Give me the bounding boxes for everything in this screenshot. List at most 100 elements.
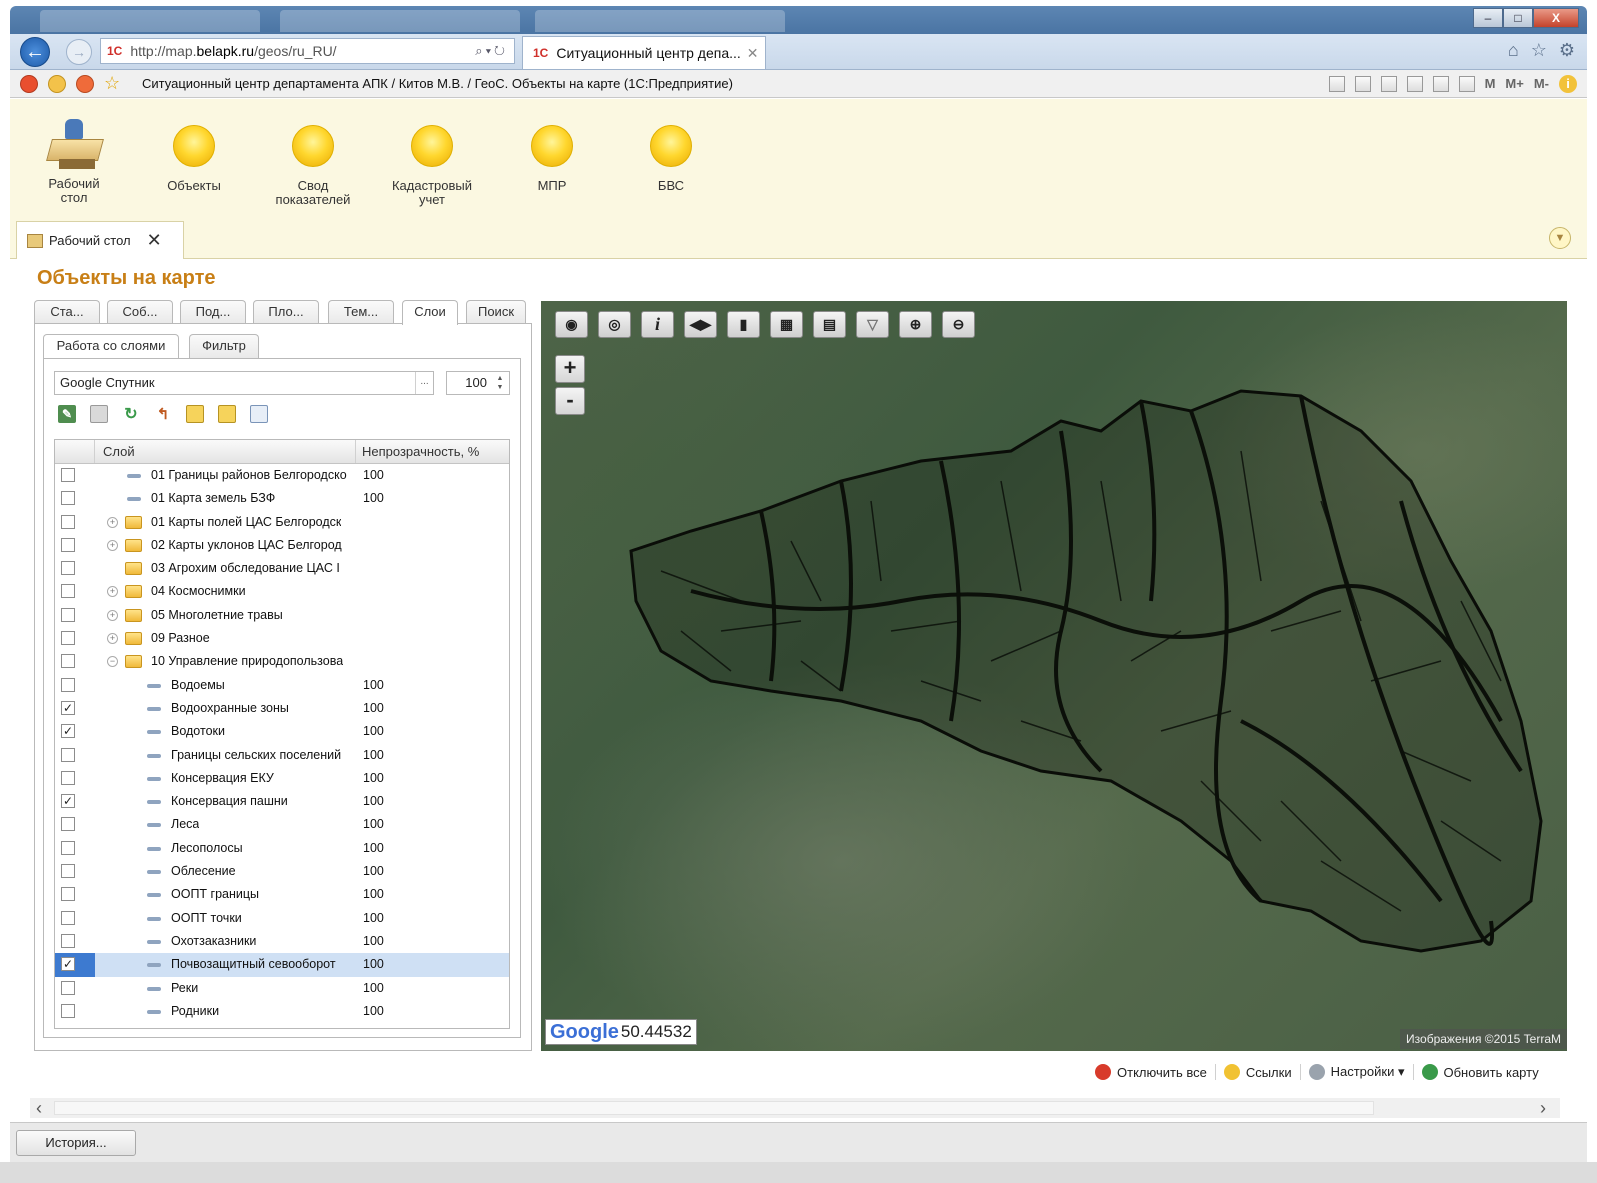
- link-icon[interactable]: [1406, 75, 1423, 92]
- layer-checkbox[interactable]: [61, 654, 75, 669]
- app-logo-icon[interactable]: [20, 74, 38, 93]
- layer-checkbox[interactable]: [61, 514, 75, 529]
- disable-all-button[interactable]: Отключить все: [1087, 1064, 1215, 1080]
- close-tab-icon[interactable]: ✕: [747, 45, 759, 62]
- zoom-out-area-icon[interactable]: ⊖: [942, 311, 975, 338]
- layer-checkbox[interactable]: [61, 491, 75, 506]
- undo-icon[interactable]: ↰: [154, 405, 172, 423]
- links-button[interactable]: Ссылки: [1214, 1064, 1300, 1080]
- background-tab[interactable]: [40, 10, 260, 32]
- layer-checkbox[interactable]: [61, 910, 75, 925]
- layer-checkbox[interactable]: [61, 584, 75, 599]
- layer-row[interactable]: 01 Карта земель БЗФ 100: [55, 487, 509, 510]
- section-mpr[interactable]: МПР: [494, 115, 610, 193]
- layer-row[interactable]: +04 Космоснимки: [55, 580, 509, 603]
- layer-checkbox[interactable]: [61, 1003, 75, 1018]
- pan-arrows-icon[interactable]: ◀▶: [684, 311, 717, 338]
- layer-checkbox[interactable]: ✓: [61, 724, 75, 739]
- spin-arrows-icon[interactable]: ▲ ▼: [493, 374, 507, 392]
- tab-status[interactable]: Ста...: [34, 300, 100, 324]
- collapse-tree-icon[interactable]: [218, 405, 236, 423]
- calendar-icon[interactable]: [1458, 75, 1475, 92]
- info-icon[interactable]: i: [1559, 74, 1577, 93]
- main-menu-icon[interactable]: [48, 74, 66, 93]
- layer-row[interactable]: ✓ Консервация пашни 100: [55, 790, 509, 813]
- expand-toggle-icon[interactable]: +: [107, 633, 118, 645]
- tab-subdivisions[interactable]: Под...: [180, 300, 246, 324]
- tab-themes[interactable]: Тем...: [328, 300, 394, 324]
- layer-row[interactable]: ✓ Водоохранные зоны 100: [55, 697, 509, 720]
- layer-checkbox[interactable]: [61, 468, 75, 482]
- search-refresh-icon[interactable]: ⌕▾↻: [475, 43, 508, 59]
- section-bvs[interactable]: БВС: [613, 115, 729, 193]
- base-opacity-input[interactable]: 100 ▲ ▼: [446, 371, 510, 395]
- layer-checkbox[interactable]: [61, 561, 75, 576]
- layer-row[interactable]: +09 Разное: [55, 627, 509, 650]
- expand-toggle-icon[interactable]: +: [107, 586, 118, 598]
- layer-checkbox[interactable]: ✓: [61, 700, 75, 715]
- memory-button[interactable]: M: [1485, 76, 1496, 91]
- layer-checkbox[interactable]: [61, 677, 75, 692]
- back-button[interactable]: ←: [20, 37, 50, 67]
- layer-row[interactable]: Реки 100: [55, 977, 509, 1000]
- calculator-icon[interactable]: [1432, 75, 1449, 92]
- tab-layer-work[interactable]: Работа со слоями: [43, 334, 179, 358]
- tab-filter[interactable]: Фильтр: [189, 334, 259, 358]
- add-layer-icon[interactable]: ✎: [58, 405, 76, 423]
- section-indicators[interactable]: Свод показателей: [255, 115, 371, 207]
- measure-area-icon[interactable]: ▦: [770, 311, 803, 338]
- layer-checkbox[interactable]: [61, 770, 75, 785]
- info-icon[interactable]: i: [641, 311, 674, 338]
- layer-row[interactable]: Родники 100: [55, 1000, 509, 1023]
- horizontal-scrollbar[interactable]: ‹ ›: [30, 1098, 1560, 1118]
- zoom-area-icon[interactable]: ⊕: [899, 311, 932, 338]
- memory-subtract-button[interactable]: M-: [1534, 76, 1549, 91]
- layer-checkbox[interactable]: [61, 607, 75, 622]
- close-icon[interactable]: ✕: [147, 230, 162, 251]
- save-icon[interactable]: [1328, 75, 1345, 92]
- expand-tree-icon[interactable]: [186, 405, 204, 423]
- layer-row[interactable]: Охотзаказники 100: [55, 930, 509, 953]
- favorites-icon[interactable]: ☆: [104, 74, 122, 93]
- layer-row[interactable]: Консервация ЕКУ 100: [55, 767, 509, 790]
- layer-row[interactable]: +02 Карты уклонов ЦАС Белгород: [55, 534, 509, 557]
- tab-desktop[interactable]: Рабочий стол ✕: [16, 221, 184, 259]
- columns-icon[interactable]: [250, 405, 268, 423]
- copy-layer-icon[interactable]: [90, 405, 108, 423]
- settings-gear-icon[interactable]: ⚙: [1559, 40, 1575, 61]
- bookmark-icon[interactable]: [1380, 75, 1397, 92]
- section-desktop[interactable]: Рабочий стол: [16, 115, 132, 205]
- column-header-layer[interactable]: Слой: [103, 444, 135, 459]
- section-objects[interactable]: Объекты: [136, 115, 252, 193]
- expand-toggle-icon[interactable]: +: [107, 516, 118, 528]
- layer-checkbox[interactable]: [61, 864, 75, 879]
- layer-checkbox[interactable]: [61, 887, 75, 902]
- layer-row[interactable]: +01 Карты полей ЦАС Белгородск: [55, 511, 509, 534]
- background-tab[interactable]: [535, 10, 785, 32]
- memory-add-button[interactable]: M+: [1505, 76, 1523, 91]
- home-icon[interactable]: ⌂: [1508, 40, 1519, 61]
- layer-row[interactable]: 01 Границы районов Белгородско 100: [55, 464, 509, 487]
- settings-button[interactable]: Настройки ▾: [1299, 1064, 1413, 1080]
- layer-row[interactable]: Водоемы 100: [55, 674, 509, 697]
- layer-row[interactable]: Облесение 100: [55, 860, 509, 883]
- layer-checkbox[interactable]: [61, 980, 75, 995]
- background-tab[interactable]: [280, 10, 520, 32]
- forward-button[interactable]: →: [66, 39, 92, 65]
- scroll-left-icon[interactable]: ‹: [36, 1098, 42, 1118]
- base-layer-select[interactable]: Google Спутник ...: [54, 371, 434, 395]
- address-bar[interactable]: 1C http://map.belapk.ru/geos/ru_RU/ ⌕▾↻: [100, 38, 515, 64]
- column-header-opacity[interactable]: Непрозрачность, %: [355, 440, 479, 463]
- layer-row[interactable]: Леса 100: [55, 813, 509, 836]
- expand-toggle-icon[interactable]: +: [107, 539, 118, 551]
- layer-checkbox[interactable]: ✓: [61, 794, 75, 809]
- maximize-button[interactable]: □: [1503, 8, 1533, 28]
- map-view[interactable]: ◉ ◎ i ◀▶ ▮ ▦ ▤ ▽ ⊕ ⊖ + - Google 50.44532…: [541, 301, 1567, 1051]
- scroll-thumb[interactable]: [54, 1101, 1374, 1115]
- zoom-in-button[interactable]: +: [555, 355, 585, 383]
- globe-icon[interactable]: ◉: [555, 311, 588, 338]
- layer-row[interactable]: − 10 Управление природопользова: [55, 650, 509, 673]
- measure-icon[interactable]: ▮: [727, 311, 760, 338]
- layer-row[interactable]: ООПТ точки 100: [55, 907, 509, 930]
- expand-toggle-icon[interactable]: +: [107, 609, 118, 621]
